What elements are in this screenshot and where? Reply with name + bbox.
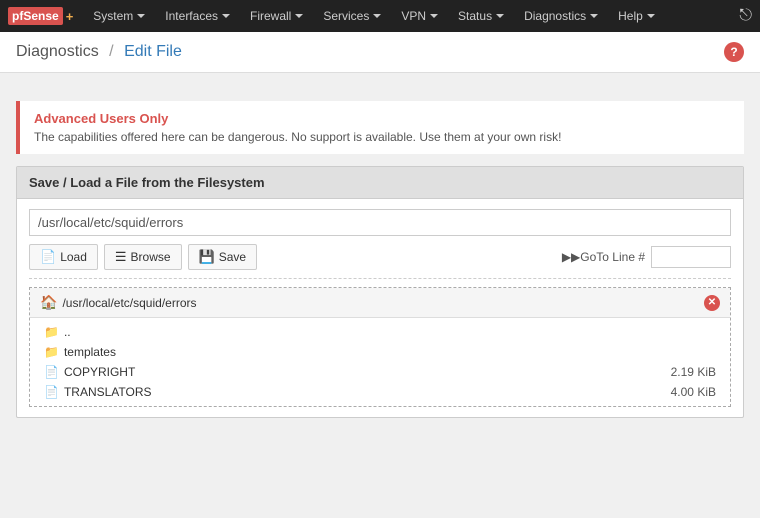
chevron-down-icon	[295, 14, 303, 18]
warning-text: The capabilities offered here can be dan…	[34, 130, 730, 144]
load-icon: 📄	[40, 249, 56, 265]
file-item-size: 2.19 KiB	[671, 365, 716, 379]
list-item[interactable]: 📁 templates	[30, 342, 730, 362]
breadcrumb-parent: Diagnostics	[16, 43, 99, 60]
load-button[interactable]: 📄 Load	[29, 244, 98, 270]
file-item-name: TRANSLATORS	[64, 385, 671, 399]
breadcrumb-separator: /	[109, 43, 113, 60]
pfsense-logo: pfSense	[8, 7, 63, 25]
file-item-name: templates	[64, 345, 716, 359]
list-item[interactable]: 📄 COPYRIGHT 2.19 KiB	[30, 362, 730, 382]
navbar: pfSense + System Interfaces Firewall Ser…	[0, 0, 760, 32]
file-browser-path: 🏠 /usr/local/etc/squid/errors	[40, 294, 197, 311]
filepath-input[interactable]	[29, 209, 731, 236]
chevron-down-icon	[590, 14, 598, 18]
goto-label: ▶▶GoTo Line #	[562, 250, 645, 264]
nav-item-interfaces[interactable]: Interfaces	[155, 0, 240, 32]
file-browser-close-button[interactable]: ✕	[704, 295, 720, 311]
warning-title: Advanced Users Only	[34, 111, 730, 126]
panel-body: 📄 Load ☰ Browse 💾 Save ▶▶GoTo Line #	[17, 199, 743, 417]
folder-icon: 📁	[44, 345, 59, 359]
chevron-down-icon	[430, 14, 438, 18]
nav-item-help[interactable]: Help	[608, 0, 665, 32]
breadcrumb-bar: Diagnostics / Edit File ?	[0, 32, 760, 73]
breadcrumb-current[interactable]: Edit File	[124, 43, 182, 60]
nav-item-status[interactable]: Status	[448, 0, 514, 32]
chevron-down-icon	[222, 14, 230, 18]
home-icon: 🏠	[40, 294, 57, 311]
nav-item-firewall[interactable]: Firewall	[240, 0, 313, 32]
chevron-down-icon	[496, 14, 504, 18]
chevron-down-icon	[137, 14, 145, 18]
file-item-size: 4.00 KiB	[671, 385, 716, 399]
file-item-name: COPYRIGHT	[64, 365, 671, 379]
file-browser-path-text: /usr/local/etc/squid/errors	[62, 296, 196, 310]
nav-item-vpn[interactable]: VPN	[391, 0, 448, 32]
save-button[interactable]: 💾 Save	[188, 244, 258, 270]
goto-input[interactable]	[651, 246, 731, 268]
chevron-down-icon	[373, 14, 381, 18]
warning-box: Advanced Users Only The capabilities off…	[16, 101, 744, 154]
file-item-name: ..	[64, 325, 716, 339]
page-content: Advanced Users Only The capabilities off…	[0, 73, 760, 446]
nav-menu: System Interfaces Firewall Services VPN …	[83, 0, 739, 32]
breadcrumb: Diagnostics / Edit File	[16, 43, 182, 61]
browse-button[interactable]: ☰ Browse	[104, 244, 182, 270]
logout-icon[interactable]: ⎋	[739, 7, 752, 25]
navbar-plus: +	[66, 9, 74, 24]
list-item[interactable]: 📄 TRANSLATORS 4.00 KiB	[30, 382, 730, 402]
filesystem-panel: Save / Load a File from the Filesystem 📄…	[16, 166, 744, 418]
file-list: 📁 .. 📁 templates 📄 COPYRIGHT 2.19 KiB	[30, 318, 730, 406]
chevron-down-icon	[647, 14, 655, 18]
panel-title: Save / Load a File from the Filesystem	[17, 167, 743, 199]
parent-dir-icon: 📁	[44, 325, 59, 339]
file-icon: 📄	[44, 385, 59, 399]
nav-item-system[interactable]: System	[83, 0, 155, 32]
file-browser: 🏠 /usr/local/etc/squid/errors ✕ 📁 .. 📁 t…	[29, 287, 731, 407]
file-icon: 📄	[44, 365, 59, 379]
goto-section: ▶▶GoTo Line #	[562, 246, 731, 268]
brand: pfSense +	[8, 7, 73, 25]
file-browser-header: 🏠 /usr/local/etc/squid/errors ✕	[30, 288, 730, 318]
nav-item-diagnostics[interactable]: Diagnostics	[514, 0, 608, 32]
toolbar: 📄 Load ☰ Browse 💾 Save ▶▶GoTo Line #	[29, 244, 731, 279]
list-item[interactable]: 📁 ..	[30, 322, 730, 342]
nav-item-services[interactable]: Services	[313, 0, 391, 32]
browse-icon: ☰	[115, 249, 127, 265]
help-icon[interactable]: ?	[724, 42, 744, 62]
save-icon: 💾	[199, 249, 215, 265]
